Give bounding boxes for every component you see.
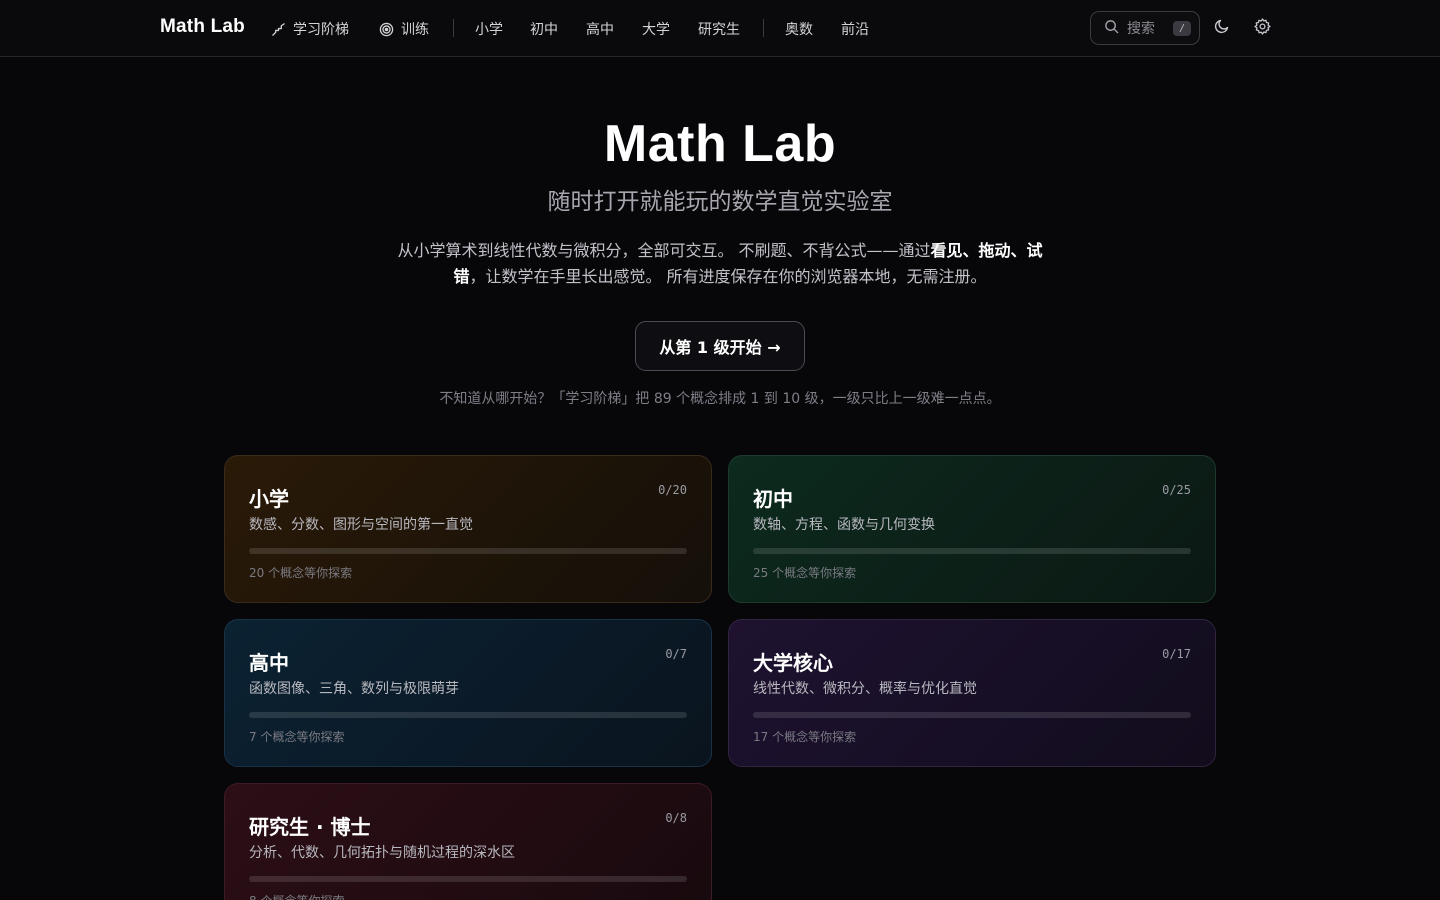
nav-divider	[453, 19, 454, 37]
card-progress-count: 0/20	[658, 483, 687, 497]
page-title: Math Lab	[603, 115, 837, 173]
ladder-icon	[271, 22, 286, 37]
card-progress-count: 0/8	[665, 811, 687, 825]
card-progress-bar	[249, 712, 687, 718]
intro-text-part2: ，让数学在手里长出感觉。 所有进度保存在你的浏览器本地，无需注册。	[469, 267, 987, 286]
start-level-one-button[interactable]: 从第 1 级开始 →	[635, 321, 805, 371]
card-footnote: 25 个概念等你探索	[753, 566, 857, 580]
search-label: 搜索	[1127, 21, 1155, 37]
brand-logo-text[interactable]: Math Lab	[160, 16, 245, 38]
nav-training[interactable]: 训练	[379, 18, 429, 40]
card-progress-bar	[753, 548, 1191, 554]
card-footnote: 7 个概念等你探索	[249, 730, 345, 744]
target-icon	[379, 22, 394, 37]
ladder-hint-text: 不知道从哪开始？「学习阶梯」把 89 个概念排成 1 到 10 级，一级只比上一…	[439, 391, 1001, 407]
intro-description: 从小学算术到线性代数与微积分，全部可交互。 不刷题、不背公式——通过看见、拖动、…	[390, 238, 1050, 290]
nav-level-elementary[interactable]: 小学	[475, 18, 503, 40]
card-description: 线性代数、微积分、概率与优化直觉	[753, 681, 977, 697]
nav-level-high[interactable]: 高中	[586, 18, 614, 40]
card-title: 大学核心	[753, 651, 833, 675]
settings-button[interactable]	[1251, 17, 1273, 39]
theme-toggle-button[interactable]	[1211, 17, 1233, 39]
moon-icon	[1214, 18, 1230, 38]
level-card-middle[interactable]: 初中 0/25 数轴、方程、函数与几何变换 25 个概念等你探索	[728, 455, 1216, 603]
nav-olympiad[interactable]: 奥数	[785, 18, 813, 40]
card-progress-count: 0/25	[1162, 483, 1191, 497]
nav-frontier[interactable]: 前沿	[841, 18, 869, 40]
intro-text-part1: 从小学算术到线性代数与微积分，全部可交互。 不刷题、不背公式——通过	[397, 241, 931, 260]
card-footnote: 20 个概念等你探索	[249, 566, 353, 580]
nav-learning-ladder-label: 学习阶梯	[293, 22, 349, 38]
card-description: 数轴、方程、函数与几何变换	[753, 517, 935, 533]
search-shortcut-key: /	[1173, 20, 1191, 36]
level-card-university[interactable]: 大学核心 0/17 线性代数、微积分、概率与优化直觉 17 个概念等你探索	[728, 619, 1216, 767]
card-title: 初中	[753, 487, 793, 511]
card-progress-bar	[753, 712, 1191, 718]
nav-level-graduate[interactable]: 研究生	[698, 18, 740, 40]
top-navigation-bar: Math Lab 学习阶梯 训练 小学 初中 高中 大学 研究生 奥数 前沿 搜…	[0, 0, 1440, 57]
nav-divider	[763, 19, 764, 37]
card-description: 函数图像、三角、数列与极限萌芽	[249, 681, 459, 697]
card-title: 研究生 · 博士	[249, 815, 371, 839]
gear-icon	[1253, 17, 1272, 40]
card-progress-bar	[249, 548, 687, 554]
card-progress-bar	[249, 876, 687, 882]
card-title: 高中	[249, 651, 289, 675]
level-card-elementary[interactable]: 小学 0/20 数感、分数、图形与空间的第一直觉 20 个概念等你探索	[224, 455, 712, 603]
search-icon	[1104, 19, 1119, 38]
page-subtitle: 随时打开就能玩的数学直觉实验室	[547, 189, 893, 215]
nav-learning-ladder[interactable]: 学习阶梯	[271, 18, 349, 40]
search-button[interactable]: 搜索 /	[1090, 11, 1200, 45]
card-description: 分析、代数、几何拓扑与随机过程的深水区	[249, 845, 515, 861]
level-card-graduate[interactable]: 研究生 · 博士 0/8 分析、代数、几何拓扑与随机过程的深水区 8 个概念等你…	[224, 783, 712, 900]
card-progress-count: 0/17	[1162, 647, 1191, 661]
nav-level-university[interactable]: 大学	[642, 18, 670, 40]
nav-level-middle[interactable]: 初中	[530, 18, 558, 40]
card-footnote: 17 个概念等你探索	[753, 730, 857, 744]
card-description: 数感、分数、图形与空间的第一直觉	[249, 517, 473, 533]
card-title: 小学	[249, 487, 289, 511]
nav-training-label: 训练	[401, 22, 429, 38]
card-footnote: 8 个概念等你探索	[249, 892, 344, 900]
level-card-high[interactable]: 高中 0/7 函数图像、三角、数列与极限萌芽 7 个概念等你探索	[224, 619, 712, 767]
card-progress-count: 0/7	[665, 647, 687, 661]
